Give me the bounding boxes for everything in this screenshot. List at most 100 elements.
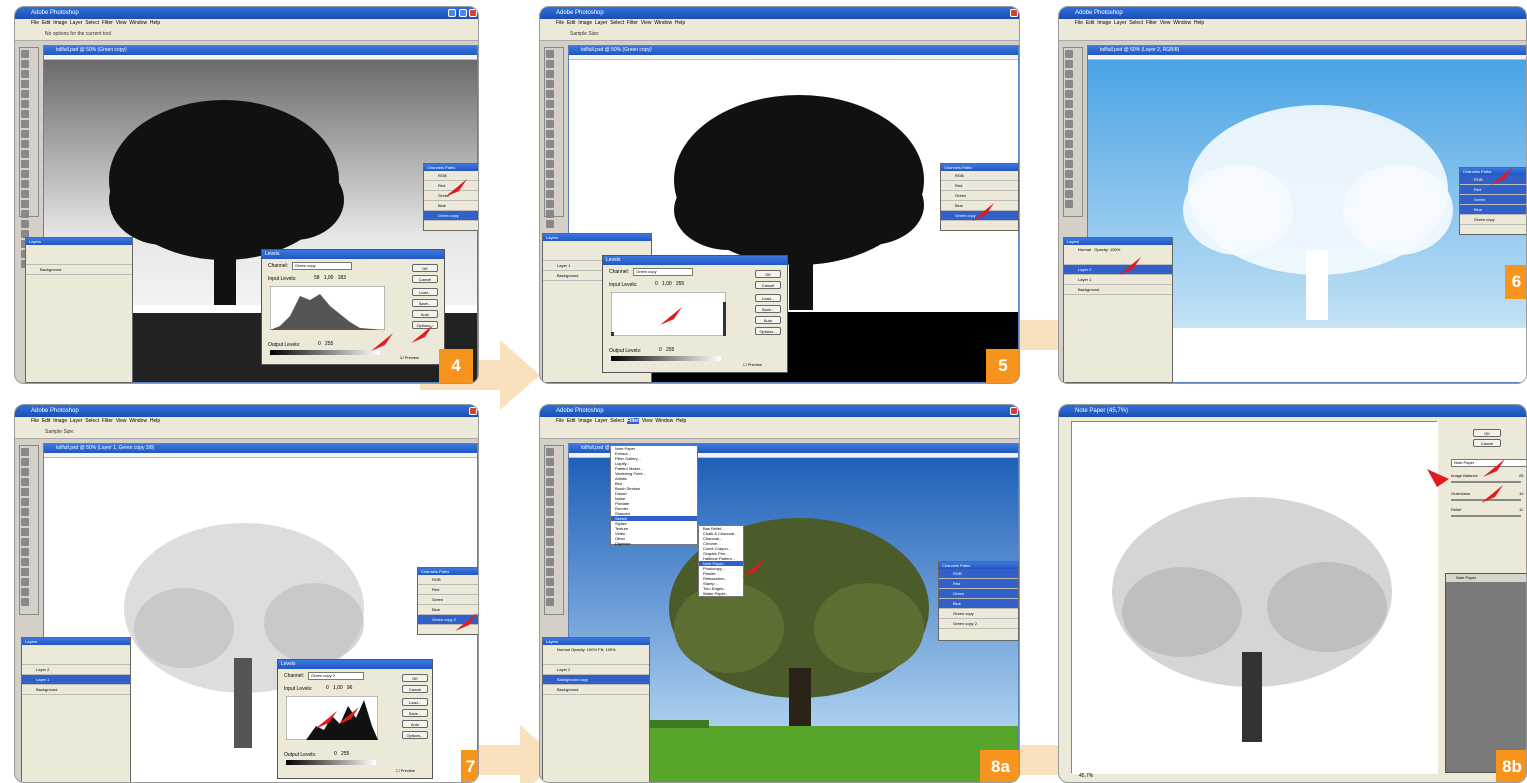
layers-palette[interactable]: Layers Normal Opacity: 100% Fill: 100% L… <box>542 637 650 782</box>
param-value[interactable]: 10 <box>1519 491 1523 496</box>
load-button[interactable]: Load... <box>402 698 428 706</box>
channel-select[interactable]: Green copy <box>633 268 693 276</box>
input-levels-values[interactable]: 58 1,00 183 <box>314 275 394 281</box>
palette-tabs[interactable]: Channels Paths <box>939 562 1018 569</box>
layer-row[interactable]: Layer 1 <box>22 675 130 685</box>
auto-button[interactable]: Auto <box>412 310 438 318</box>
channels-palette[interactable]: Channels Paths RGB Red Green Blue Green … <box>938 561 1019 641</box>
cancel-button[interactable]: Cancel <box>402 685 428 693</box>
output-levels-values[interactable]: 0 255 <box>318 341 333 347</box>
layer-row[interactable]: Layer 2 <box>543 665 649 675</box>
channel-row[interactable]: Green copy <box>1460 215 1526 225</box>
channel-row[interactable]: Red <box>939 579 1018 589</box>
channel-row[interactable]: Blue <box>1460 205 1526 215</box>
menu-bar[interactable]: File Edit Image Layer Select Filter View… <box>540 417 1019 425</box>
layer-row[interactable]: Layer 2 <box>1064 265 1172 275</box>
layer-row[interactable]: Background <box>26 265 132 275</box>
cancel-button[interactable]: Cancel <box>412 275 438 283</box>
channel-row[interactable]: Green <box>1460 195 1526 205</box>
auto-button[interactable]: Auto <box>402 720 428 728</box>
menu-bar[interactable]: File Edit Image Layer Select Filter View… <box>15 417 478 425</box>
layer-row[interactable]: Background <box>22 685 130 695</box>
close-icon[interactable] <box>469 9 477 17</box>
save-button[interactable]: Save... <box>402 709 428 717</box>
layers-controls[interactable]: Normal Opacity: 100% Fill: 100% <box>543 645 649 665</box>
channel-row[interactable]: Green copy <box>424 211 478 221</box>
options-button[interactable]: Options... <box>755 327 781 335</box>
layer-row[interactable]: Layer 1 <box>1064 275 1172 285</box>
auto-button[interactable]: Auto <box>755 316 781 324</box>
preview-checkbox[interactable]: ☑ Preview <box>400 355 419 360</box>
toolbox[interactable] <box>544 47 564 228</box>
effect-layer-row[interactable]: Note Paper <box>1446 574 1526 582</box>
channel-row[interactable]: Blue <box>939 599 1018 609</box>
menu-bar[interactable]: File Edit Image Layer Select Filter View… <box>540 19 1019 27</box>
toolbox[interactable] <box>19 445 39 615</box>
channel-row[interactable]: RGB <box>418 575 478 585</box>
channel-row[interactable]: Blue <box>424 201 478 211</box>
save-button[interactable]: Save... <box>412 299 438 307</box>
close-icon[interactable] <box>1010 407 1018 415</box>
sketch-submenu[interactable]: Bas Relief... Chalk & Charcoal... Charco… <box>698 525 744 597</box>
channel-row[interactable]: Green copy <box>939 609 1018 619</box>
ok-button[interactable]: OK <box>412 264 438 272</box>
toolbox[interactable] <box>19 47 39 268</box>
close-icon[interactable] <box>1010 9 1018 17</box>
param-value[interactable]: 11 <box>1519 507 1523 512</box>
image-balance-slider[interactable] <box>1451 481 1521 483</box>
filter-menu[interactable]: Note Paper Extract... Filter Gallery... … <box>610 445 698 546</box>
channel-row[interactable]: RGB <box>939 569 1018 579</box>
param-value[interactable]: 25 <box>1519 473 1523 478</box>
ok-button[interactable]: OK <box>755 270 781 278</box>
palette-tabs[interactable]: Channels Paths <box>424 164 478 171</box>
menu-bar[interactable]: File Edit Image Layer Select Filter View… <box>1059 19 1526 27</box>
maximize-icon[interactable] <box>459 9 467 17</box>
zoom-level[interactable]: 45,7% <box>1079 773 1093 779</box>
layer-row[interactable]: Background <box>1064 285 1172 295</box>
channel-select[interactable]: Green copy <box>292 262 352 270</box>
cancel-button[interactable]: Cancel <box>755 281 781 289</box>
toolbox[interactable] <box>1063 47 1083 217</box>
channel-row[interactable]: RGB <box>941 171 1018 181</box>
channel-row[interactable]: Green copy 2 <box>939 619 1018 629</box>
layer-row[interactable]: Background copy <box>543 675 649 685</box>
channel-row[interactable]: Red <box>1460 185 1526 195</box>
preview-checkbox[interactable]: ☐ Preview <box>743 362 762 367</box>
close-icon[interactable] <box>469 407 477 415</box>
preview-checkbox[interactable]: ☐ Preview <box>396 768 415 773</box>
ok-button[interactable]: OK <box>402 674 428 682</box>
channel-row[interactable]: Red <box>941 181 1018 191</box>
menu-bar[interactable]: File Edit Image Layer Select Filter View… <box>15 19 478 27</box>
load-button[interactable]: Load... <box>755 294 781 302</box>
options-button[interactable]: Options... <box>402 731 428 739</box>
output-levels-values[interactable]: 0 255 <box>334 751 349 757</box>
layer-row[interactable]: Layer 2 <box>22 665 130 675</box>
input-levels-values[interactable]: 0 1,00 96 <box>326 685 396 691</box>
layers-palette[interactable]: Layers Layer 2 Layer 1 Background <box>21 637 131 782</box>
channel-row[interactable]: Green <box>941 191 1018 201</box>
menu-item[interactable]: Digimarc <box>611 541 697 546</box>
save-button[interactable]: Save... <box>755 305 781 313</box>
preview-area[interactable] <box>1071 421 1438 774</box>
channel-row[interactable]: Green <box>939 589 1018 599</box>
layer-row[interactable]: Background <box>543 685 649 695</box>
channel-row[interactable]: Green <box>418 595 478 605</box>
menu-item[interactable]: Water Paper... <box>699 591 743 596</box>
channels-palette[interactable]: Channels Paths RGB Red Green Blue Green … <box>423 163 478 231</box>
output-levels-values[interactable]: 0 255 <box>659 347 674 353</box>
levels-dialog[interactable]: Levels Channel: Green copy Input Levels:… <box>602 255 788 373</box>
ok-button[interactable]: OK <box>1473 429 1501 437</box>
levels-dialog[interactable]: Levels Channel: Green copy Input Levels:… <box>261 249 445 365</box>
effect-layers-panel[interactable]: Note Paper <box>1445 573 1526 773</box>
channel-select[interactable]: Green copy 2 <box>308 672 364 680</box>
relief-slider[interactable] <box>1451 515 1521 517</box>
layers-controls[interactable]: Normal Opacity: 100% <box>1064 245 1172 265</box>
layers-controls[interactable] <box>22 645 130 665</box>
toolbox[interactable] <box>544 445 564 615</box>
palette-tabs[interactable]: Channels Paths <box>941 164 1018 171</box>
channel-row[interactable]: Red <box>418 585 478 595</box>
input-levels-values[interactable]: 0 1,00 255 <box>655 281 735 287</box>
cancel-button[interactable]: Cancel <box>1473 439 1501 447</box>
layers-palette[interactable]: Layers Background <box>25 237 133 383</box>
load-button[interactable]: Load... <box>412 288 438 296</box>
